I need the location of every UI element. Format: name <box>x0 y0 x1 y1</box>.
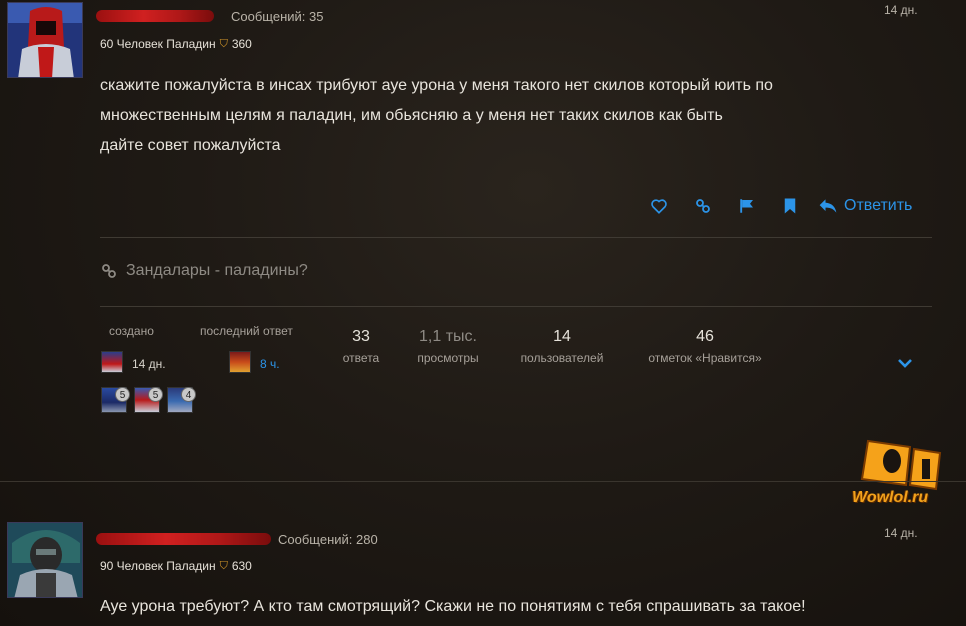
participant-count-badge: 4 <box>181 387 196 402</box>
redacted-username <box>96 533 271 545</box>
last-reply-time[interactable]: 8 ч. <box>260 357 280 371</box>
like-icon[interactable] <box>650 197 668 215</box>
post-date[interactable]: 14 дн. <box>884 526 918 540</box>
achievement-points: 630 <box>231 559 252 573</box>
divider <box>100 237 932 238</box>
views-label: просмотры <box>417 351 479 365</box>
reply-icon <box>819 199 837 213</box>
post-body-line: дайте совет пожалуйста <box>100 137 281 154</box>
posts-count: Сообщений: 35 <box>231 9 324 24</box>
bookmark-icon[interactable] <box>782 197 798 215</box>
users-count: 14 <box>553 328 571 345</box>
link-icon[interactable] <box>694 197 712 215</box>
last-reply-label: последний ответ <box>200 324 293 338</box>
replies-count: 33 <box>352 328 370 345</box>
created-label: создано <box>109 324 154 338</box>
replies-label: ответа <box>342 351 380 365</box>
post-body: скажите пожалуйста в инсах трибуют ауе у… <box>100 71 773 161</box>
achievement-shield-icon: ⛉ <box>219 559 228 572</box>
level-class: 60 Человек Паладин <box>100 37 216 51</box>
chevron-down-icon[interactable] <box>897 356 913 374</box>
user-meta: 90 Человек Паладин ⛉ 630 <box>100 559 252 573</box>
participant-count-badge: 5 <box>148 387 163 402</box>
participant-count-badge: 5 <box>115 387 130 402</box>
user-avatar[interactable] <box>7 2 83 78</box>
achievement-shield-icon: ⛉ <box>219 37 228 50</box>
posts-count: Сообщений: 280 <box>278 532 378 547</box>
link-icon <box>102 264 116 278</box>
achievement-points: 360 <box>231 37 252 51</box>
likes-count: 46 <box>696 328 714 345</box>
divider <box>100 306 932 307</box>
post-body-line: множественным целям я паладин, им обьясн… <box>100 107 723 124</box>
watermark-site: Wowlol.ru <box>852 489 929 506</box>
redacted-username <box>96 10 214 22</box>
last-reply-avatar[interactable] <box>229 351 251 373</box>
views-count: 1,1 тыс. <box>419 328 477 345</box>
linked-topic[interactable]: Зандалары - паладины? <box>100 262 308 280</box>
user-avatar[interactable] <box>7 522 83 598</box>
post-actions: Ответить <box>640 197 912 215</box>
users-label: пользователей <box>520 351 604 365</box>
creator-avatar[interactable] <box>101 351 123 373</box>
likes-label: отметок «Нравится» <box>648 351 762 365</box>
post-date[interactable]: 14 дн. <box>884 3 918 17</box>
post-body: Ауе урона требуют? А кто там смотрящий? … <box>100 598 806 615</box>
user-meta: 60 Человек Паладин ⛉ 360 <box>100 37 252 51</box>
linked-topic-title: Зандалары - паладины? <box>126 262 308 279</box>
flag-icon[interactable] <box>738 197 756 215</box>
reply-button[interactable]: Ответить <box>818 197 912 215</box>
created-time[interactable]: 14 дн. <box>132 357 166 371</box>
reply-label: Ответить <box>844 197 913 214</box>
level-class: 90 Человек Паладин <box>100 559 216 573</box>
post-separator <box>0 481 966 482</box>
post-body-line: скажите пожалуйста в инсах трибуют ауе у… <box>100 77 773 94</box>
